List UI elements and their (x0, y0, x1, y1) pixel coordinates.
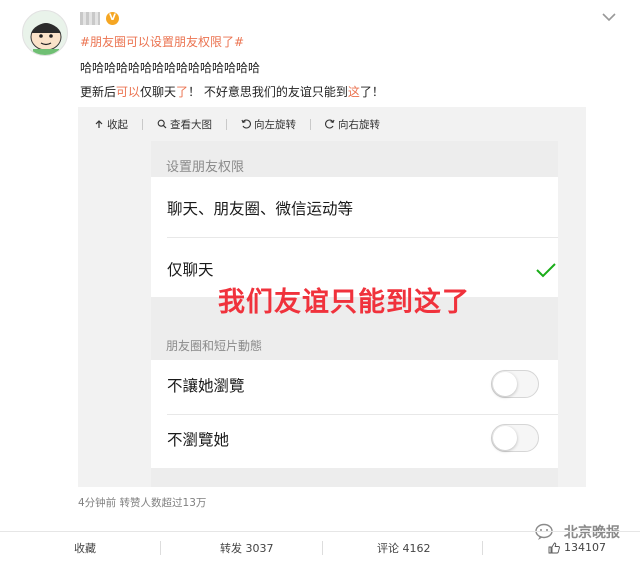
toggle-hide-her (491, 424, 539, 452)
username-redacted (80, 11, 100, 25)
thumbs-up-icon (548, 542, 560, 553)
option-chat-only: 仅聊天 (167, 261, 214, 279)
moments-card: 不讓她瀏覽 不瀏覽她 (151, 360, 558, 468)
post-text-part: ！ 不好意思我们的友谊只能到 (188, 85, 348, 99)
username[interactable]: V (80, 8, 119, 28)
repost-label: 转发 3037 (220, 542, 274, 555)
avatar-cartoon-icon (30, 23, 62, 55)
toggle1-label: 不讓她瀏覽 (167, 377, 245, 395)
avatar[interactable] (22, 10, 68, 56)
comment-label: 评论 4162 (377, 542, 431, 555)
post-text-part: 了！ (359, 85, 384, 99)
post-text-line1: 哈哈哈哈哈哈哈哈哈哈哈哈哈哈哈 (80, 61, 261, 75)
post-text-part: 仅聊天 (140, 85, 177, 99)
rotate-right-label: 向右旋转 (338, 118, 380, 131)
divider (167, 414, 558, 415)
verified-badge-icon: V (106, 11, 119, 25)
option-all: 聊天、朋友圈、微信运动等 (167, 200, 354, 218)
toggle-knob (493, 372, 517, 396)
permissions-card: 聊天、朋友圈、微信运动等 仅聊天 (151, 177, 558, 297)
checkmark-icon (536, 263, 556, 278)
rotate-left-button[interactable]: 向左旋转 (241, 117, 296, 132)
action-divider (160, 541, 161, 555)
toggle2-label: 不瀏覽她 (167, 431, 230, 449)
image-toolbar: 收起 查看大图 向左旋转 向右旋转 (78, 107, 586, 141)
post-text-highlight: 了 (176, 85, 189, 99)
like-count: 134107 (564, 541, 606, 554)
like-button[interactable]: 134107 (548, 541, 606, 554)
magnifier-icon (157, 119, 167, 129)
repost-button[interactable]: 转发 3037 (220, 540, 274, 556)
collapse-button[interactable]: 收起 (94, 117, 128, 132)
rotate-right-button[interactable]: 向右旋转 (325, 117, 380, 132)
post-meta: 4分钟前 转赞人数超过13万 (78, 497, 207, 509)
rotate-left-icon (241, 119, 251, 129)
post-text-line2: 更新后可以仅聊天了！ 不好意思我们的友谊只能到这了！ (80, 83, 384, 100)
post-text-highlight: 这 (347, 85, 360, 99)
toolbar-divider (310, 118, 311, 130)
comment-button[interactable]: 评论 4162 (377, 540, 431, 556)
rotate-left-label: 向左旋转 (254, 118, 296, 131)
view-large-label: 查看大图 (170, 118, 212, 131)
collapse-label: 收起 (107, 118, 128, 131)
toolbar-divider (142, 118, 143, 130)
weibo-post: V #朋友圈可以设置朋友权限了# 哈哈哈哈哈哈哈哈哈哈哈哈哈哈哈 更新后可以仅聊… (0, 0, 640, 561)
section-title-permissions: 设置朋友权限 (166, 160, 245, 175)
view-large-button[interactable]: 查看大图 (157, 117, 212, 132)
post-text-highlight: 可以 (116, 85, 141, 99)
favorite-label: 收藏 (74, 542, 96, 555)
favorite-button[interactable]: 收藏 (74, 540, 96, 556)
chevron-down-icon[interactable] (600, 10, 618, 24)
hashtag-link[interactable]: #朋友圈可以设置朋友权限了# (80, 33, 244, 50)
action-divider (322, 541, 323, 555)
post-text-part: 更新后 (80, 85, 117, 99)
action-bar: 收藏 转发 3037 评论 4162 (0, 531, 640, 561)
arrow-up-icon (95, 120, 103, 128)
action-divider (482, 541, 483, 555)
section-title-moments: 朋友圈和短片動態 (166, 339, 263, 353)
toggle-hide-from-her (491, 370, 539, 398)
rotate-right-icon (325, 119, 335, 129)
toolbar-divider (226, 118, 227, 130)
toggle-knob (493, 426, 517, 450)
overlay-caption: 我们友谊只能到这了 (218, 287, 470, 318)
divider (167, 237, 558, 238)
